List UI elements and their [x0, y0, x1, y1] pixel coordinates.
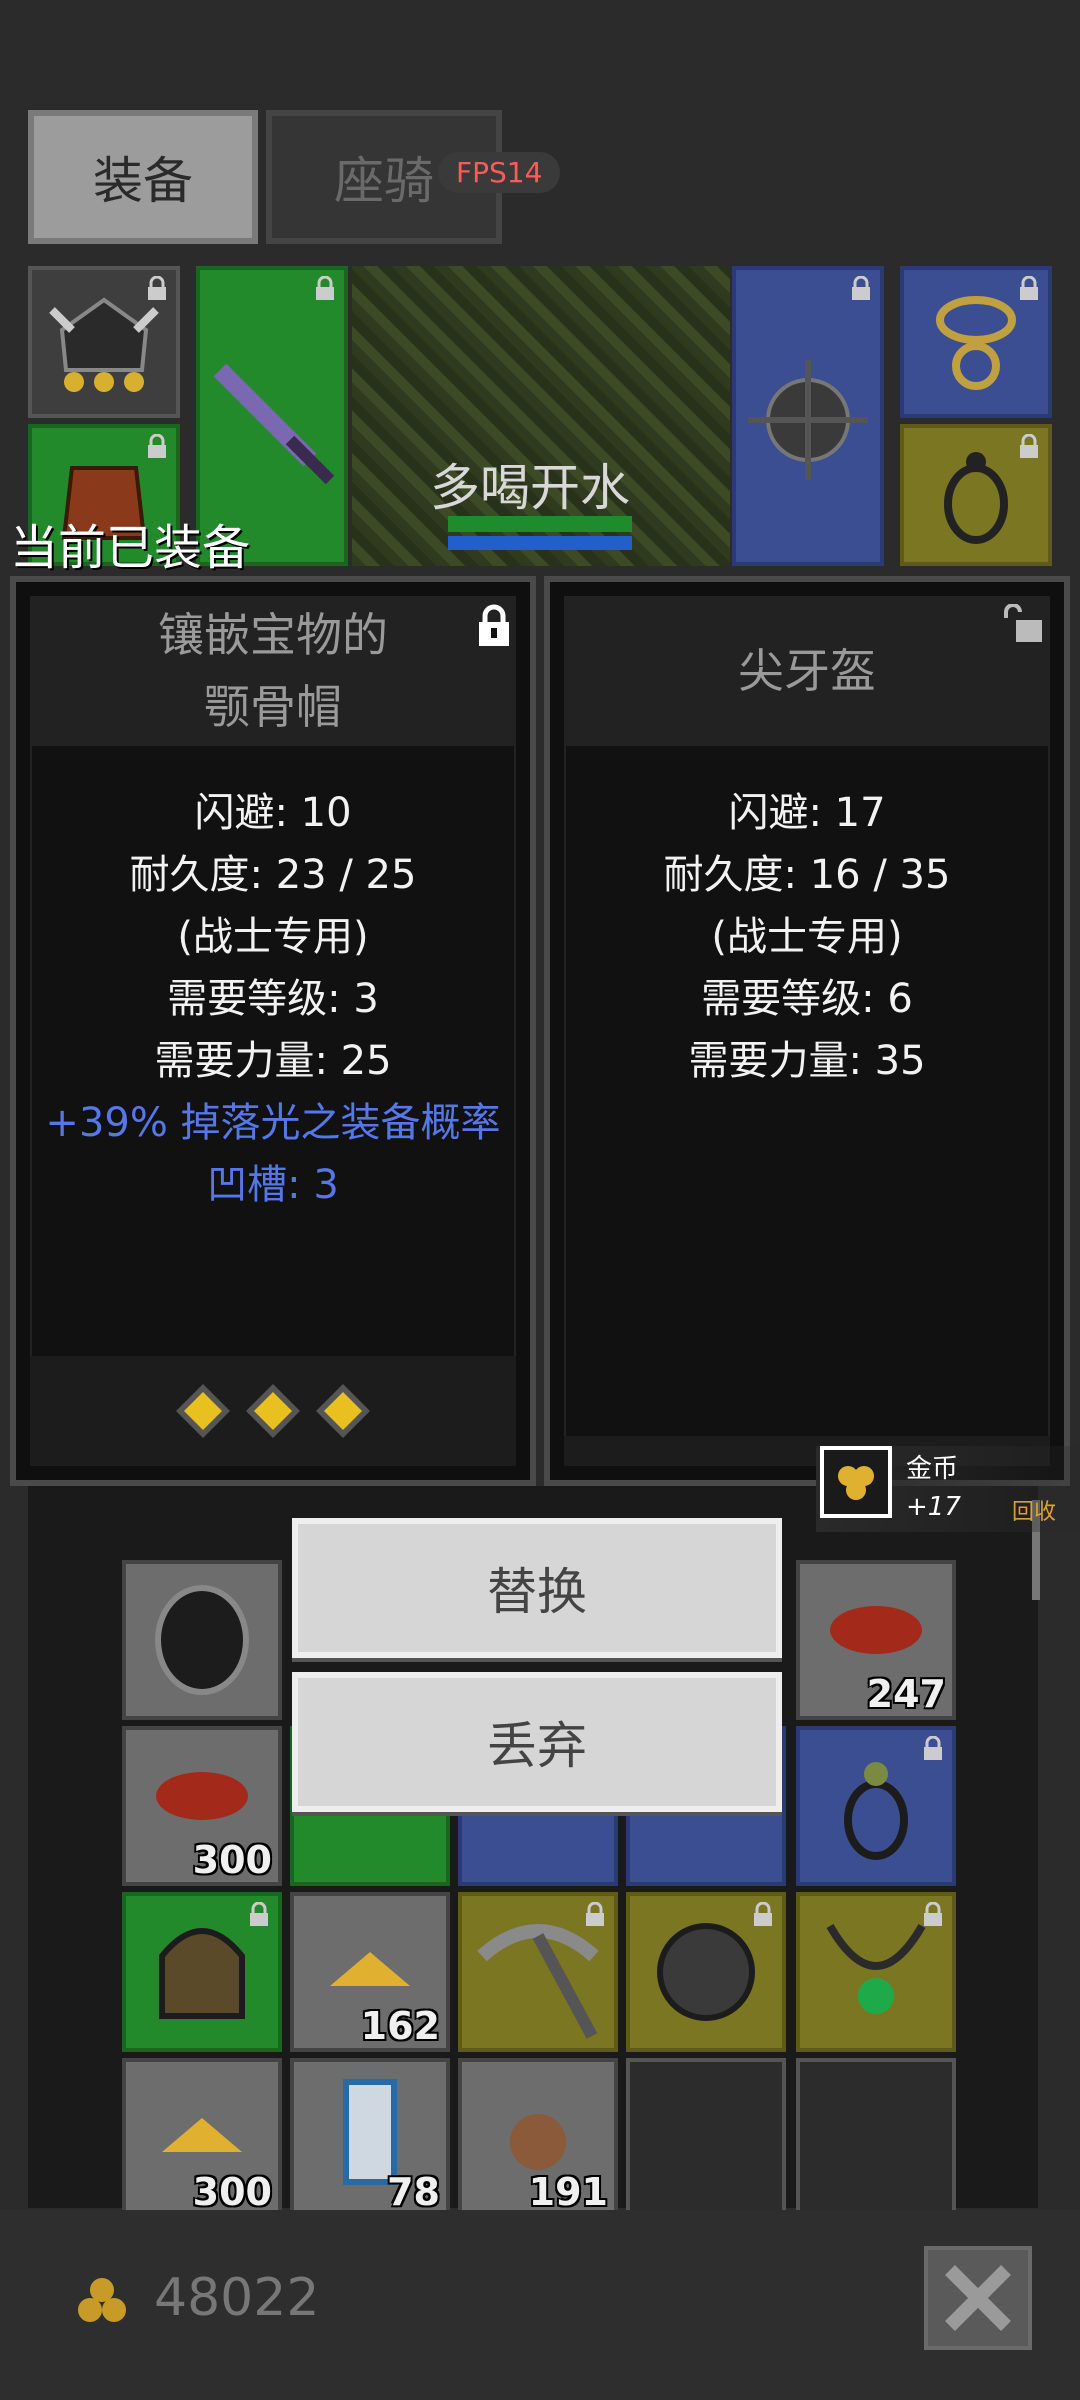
replace-button[interactable]: 替换 — [292, 1518, 782, 1658]
gold-coins-icon — [820, 1446, 892, 1518]
bonus-stat-line: +39% 掉落光之装备概率 — [45, 1100, 501, 1146]
inventory-slot-gold[interactable]: 162 — [290, 1892, 450, 2052]
inventory-slot-scroll[interactable]: 78 — [290, 2058, 450, 2218]
current-equipped-label: 当前已装备 — [10, 520, 251, 576]
lock-icon — [316, 276, 334, 300]
stat-line: (战士专用) — [177, 914, 369, 960]
gold-coins-icon — [78, 2278, 126, 2322]
inventory-slot-pickaxe[interactable] — [458, 1892, 618, 2052]
coin-pickup-toast: 金币 +17 回收 — [816, 1446, 1080, 1532]
stat-line: 需要等级: 6 — [701, 976, 913, 1022]
ring-slot[interactable] — [900, 424, 1052, 566]
lock-icon — [1020, 434, 1038, 458]
inventory-slot-necklace[interactable] — [796, 1892, 956, 2052]
gem-icon — [246, 1384, 300, 1438]
item-count: 247 — [866, 1672, 946, 1716]
bonus-stat-line: 凹槽: 3 — [207, 1162, 339, 1208]
lock-icon — [148, 276, 166, 300]
equipped-item-title: 颚骨帽 — [204, 680, 342, 734]
inventory-slot-empty[interactable] — [626, 2058, 786, 2218]
item-count: 300 — [192, 1838, 272, 1882]
lock-icon — [1020, 276, 1038, 300]
recycle-button[interactable]: 回收 — [1012, 1494, 1056, 1526]
stat-line: 耐久度: 16 / 35 — [663, 852, 951, 898]
lock-icon[interactable] — [476, 604, 512, 648]
spiked-shield-icon — [748, 360, 868, 480]
candidate-item-panel: 尖牙盔 闪避: 17 耐久度: 16 / 35 (战士专用) 需要等级: 6 需… — [544, 576, 1070, 1486]
close-icon — [945, 2265, 1011, 2331]
lock-icon — [586, 1902, 604, 1926]
inventory-slot-shield[interactable] — [626, 1892, 786, 2052]
gem-icon — [176, 1384, 230, 1438]
inventory-slot-shield[interactable] — [122, 1560, 282, 1720]
toast-amount: +17 — [906, 1492, 961, 1522]
inventory-slot-ring[interactable] — [796, 1726, 956, 1886]
gold-amount: 48022 — [154, 2268, 320, 2328]
discard-button[interactable]: 丢弃 — [292, 1672, 782, 1812]
health-bar — [448, 516, 632, 532]
lock-icon — [924, 1736, 942, 1760]
mana-bar — [448, 536, 632, 550]
stat-line: 需要力量: 35 — [688, 1038, 926, 1084]
item-count: 162 — [360, 2004, 440, 2048]
stat-line: 需要力量: 25 — [154, 1038, 392, 1084]
inventory-slot-meat[interactable]: 300 — [122, 1726, 282, 1886]
offhand-slot[interactable] — [732, 266, 884, 566]
item-count: 78 — [387, 2170, 440, 2214]
inventory-slot-ore[interactable]: 191 — [458, 2058, 618, 2218]
inventory-slot-empty[interactable] — [796, 2058, 956, 2218]
fps-counter: FPS14 — [438, 152, 561, 193]
stat-line: (战士专用) — [711, 914, 903, 960]
lock-icon — [754, 1902, 772, 1926]
lock-icon — [250, 1902, 268, 1926]
lock-icon — [924, 1902, 942, 1926]
equipped-item-title: 镶嵌宝物的 — [158, 608, 388, 662]
inventory-slot-meat[interactable]: 247 — [796, 1560, 956, 1720]
inventory-slot-helmet[interactable] — [122, 1892, 282, 2052]
unlock-icon[interactable] — [1002, 604, 1046, 644]
stat-line: 需要等级: 3 — [167, 976, 379, 1022]
close-button[interactable] — [924, 2246, 1032, 2350]
stat-line: 耐久度: 23 / 25 — [129, 852, 417, 898]
stat-line: 闪避: 17 — [728, 790, 886, 836]
inventory-slot-gold[interactable]: 300 — [122, 2058, 282, 2218]
tab-equipment[interactable]: 装备 — [28, 110, 258, 244]
necklace-slot[interactable] — [900, 266, 1052, 418]
helmet-slot[interactable] — [28, 266, 180, 418]
item-count: 300 — [192, 2170, 272, 2214]
equipped-item-panel: 镶嵌宝物的 颚骨帽 闪避: 10 耐久度: 23 / 25 (战士专用) 需要等… — [10, 576, 536, 1486]
lock-icon — [852, 276, 870, 300]
toast-item-name: 金币 — [906, 1454, 959, 1484]
candidate-item-title: 尖牙盔 — [738, 644, 876, 698]
socket-gems — [30, 1356, 516, 1466]
round-shield-icon — [155, 1585, 249, 1695]
player-name: 多喝开水 — [430, 459, 630, 517]
lock-icon — [148, 434, 166, 458]
gem-icon — [316, 1384, 370, 1438]
stat-line: 闪避: 10 — [194, 790, 352, 836]
item-count: 191 — [528, 2170, 608, 2214]
